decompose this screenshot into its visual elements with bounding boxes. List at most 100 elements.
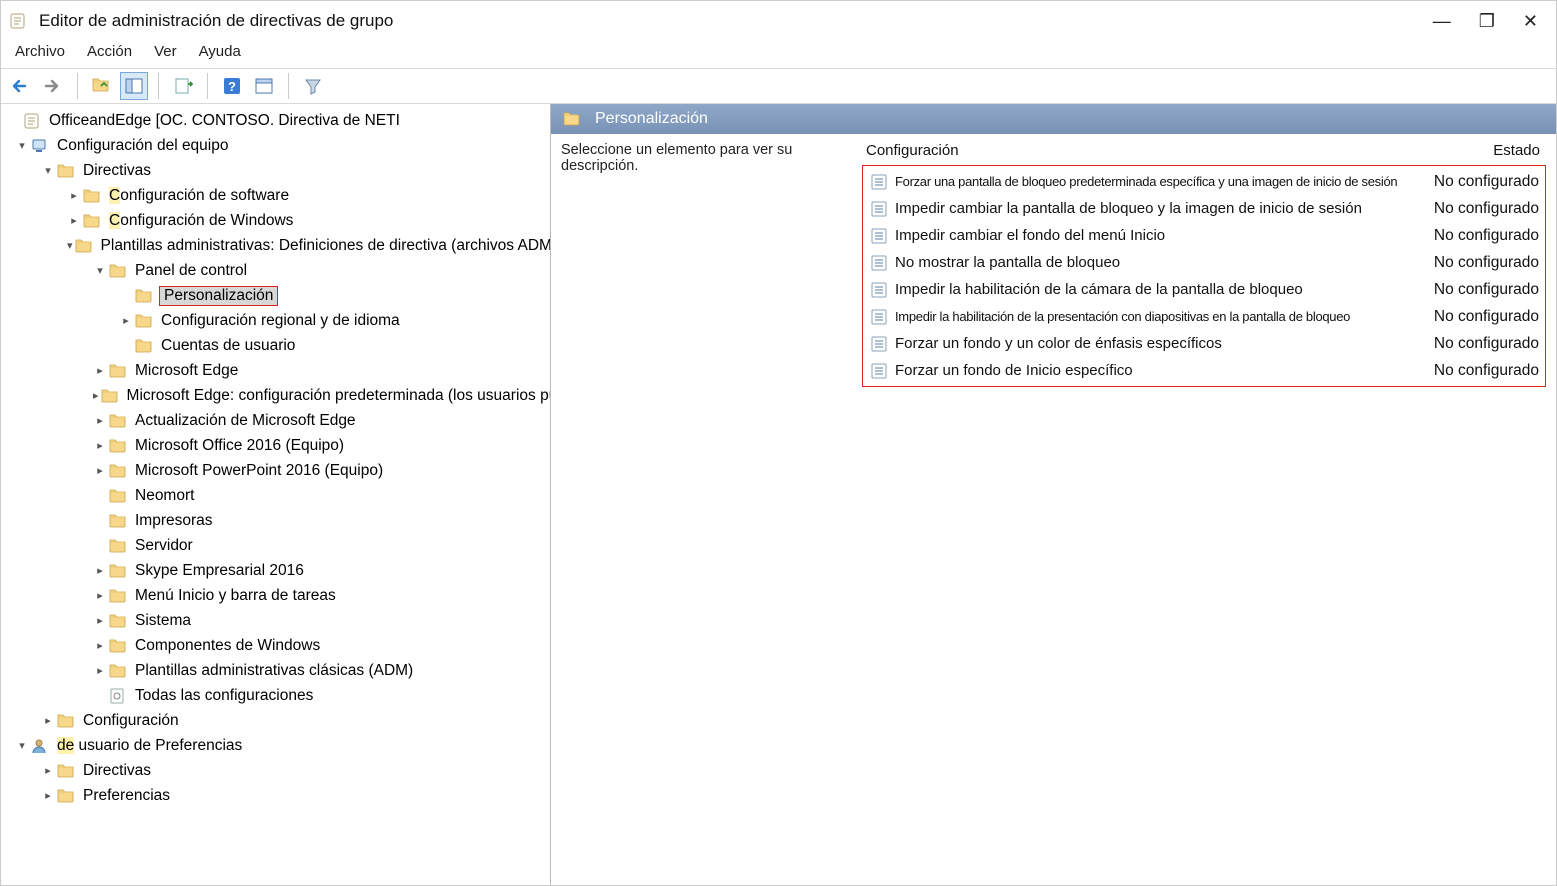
tree-ppt2016[interactable]: ▸ Microsoft PowerPoint 2016 (Equipo) bbox=[1, 458, 550, 483]
expand-icon[interactable]: ▸ bbox=[67, 214, 81, 227]
tree-pane[interactable]: OfficeandEdge [OC. CONTOSO. Directiva de… bbox=[1, 104, 551, 885]
minimize-button[interactable]: — bbox=[1433, 11, 1451, 32]
tree-user-accounts[interactable]: Cuentas de usuario bbox=[1, 333, 550, 358]
tree-root[interactable]: OfficeandEdge [OC. CONTOSO. Directiva de… bbox=[1, 108, 550, 133]
tree-user-prefs[interactable]: ▾ de usuario de Preferencias bbox=[1, 733, 550, 758]
menu-help[interactable]: Ayuda bbox=[199, 43, 241, 60]
folder-icon bbox=[109, 612, 127, 630]
tree-start-menu[interactable]: ▸ Menú Inicio y barra de tareas bbox=[1, 583, 550, 608]
tree-neomort[interactable]: Neomort bbox=[1, 483, 550, 508]
policy-sheet-icon bbox=[871, 309, 889, 325]
folder-icon bbox=[109, 362, 127, 380]
column-header-state[interactable]: Estado bbox=[1416, 142, 1546, 159]
tree-label: Plantillas administrativas clásicas (ADM… bbox=[133, 662, 415, 680]
folder-icon bbox=[135, 337, 153, 355]
expand-icon[interactable]: ▸ bbox=[93, 614, 107, 627]
collapse-icon[interactable]: ▾ bbox=[15, 739, 29, 752]
tree-edge[interactable]: ▸ Microsoft Edge bbox=[1, 358, 550, 383]
collapse-icon[interactable]: ▾ bbox=[67, 239, 73, 252]
filter-button[interactable] bbox=[299, 72, 327, 100]
setting-state: No configurado bbox=[1415, 362, 1545, 380]
toolbar: ? bbox=[1, 68, 1556, 104]
expand-icon[interactable]: ▸ bbox=[93, 564, 107, 577]
show-hide-tree-button[interactable] bbox=[120, 72, 148, 100]
export-list-button[interactable] bbox=[169, 72, 197, 100]
tree-all-settings[interactable]: Todas las configuraciones bbox=[1, 683, 550, 708]
user-icon bbox=[31, 737, 49, 755]
setting-row[interactable]: Impedir la habilitación de la presentaci… bbox=[863, 303, 1545, 330]
tree-edge-update[interactable]: ▸ Actualización de Microsoft Edge bbox=[1, 408, 550, 433]
tree-skype[interactable]: ▸ Skype Empresarial 2016 bbox=[1, 558, 550, 583]
tree-directivas-2[interactable]: ▸ Directivas bbox=[1, 758, 550, 783]
help-button[interactable]: ? bbox=[218, 72, 246, 100]
tree-win-components[interactable]: ▸ Componentes de Windows bbox=[1, 633, 550, 658]
expand-icon[interactable]: ▸ bbox=[93, 414, 107, 427]
tree-conf-windows[interactable]: ▸ Configuración de Windows bbox=[1, 208, 550, 233]
menu-action[interactable]: Acción bbox=[87, 43, 132, 60]
tree-configuracion[interactable]: ▸ Configuración bbox=[1, 708, 550, 733]
toolbar-separator bbox=[288, 73, 289, 99]
expand-icon[interactable]: ▸ bbox=[41, 789, 55, 802]
expand-icon[interactable]: ▸ bbox=[93, 389, 99, 402]
back-button[interactable] bbox=[7, 72, 35, 100]
tree-classic-adm[interactable]: ▸ Plantillas administrativas clásicas (A… bbox=[1, 658, 550, 683]
expand-icon[interactable]: ▸ bbox=[93, 589, 107, 602]
tree-edge-default[interactable]: ▸ Microsoft Edge: configuración predeter… bbox=[1, 383, 550, 408]
expand-icon[interactable]: ▸ bbox=[93, 664, 107, 677]
setting-row[interactable]: Impedir cambiar la pantalla de bloqueo y… bbox=[863, 195, 1545, 222]
folder-icon bbox=[109, 562, 127, 580]
expand-icon[interactable]: ▸ bbox=[67, 189, 81, 202]
expand-icon[interactable]: ▸ bbox=[93, 639, 107, 652]
tree-label: Menú Inicio y barra de tareas bbox=[133, 587, 338, 605]
tree-office2016[interactable]: ▸ Microsoft Office 2016 (Equipo) bbox=[1, 433, 550, 458]
collapse-icon[interactable]: ▾ bbox=[41, 164, 55, 177]
collapse-icon[interactable]: ▾ bbox=[93, 264, 107, 277]
tree-printers[interactable]: Impresoras bbox=[1, 508, 550, 533]
menu-file[interactable]: Archivo bbox=[15, 43, 65, 60]
tree-control-panel[interactable]: ▾ Panel de control bbox=[1, 258, 550, 283]
tree-label: Skype Empresarial 2016 bbox=[133, 562, 306, 580]
tree-admin-templates[interactable]: ▾ Plantillas administrativas: Definicion… bbox=[1, 233, 550, 258]
properties-button[interactable] bbox=[250, 72, 278, 100]
tree-preferencias[interactable]: ▸ Preferencias bbox=[1, 783, 550, 808]
setting-name: Impedir la habilitación de la cámara de … bbox=[895, 281, 1415, 298]
folder-icon bbox=[109, 412, 127, 430]
setting-row[interactable]: Forzar un fondo y un color de énfasis es… bbox=[863, 330, 1545, 357]
expand-icon[interactable]: ▸ bbox=[93, 464, 107, 477]
menu-view[interactable]: Ver bbox=[154, 43, 177, 60]
setting-row[interactable]: Impedir la habilitación de la cámara de … bbox=[863, 276, 1545, 303]
close-button[interactable]: ✕ bbox=[1523, 11, 1538, 32]
tree-label: Actualización de Microsoft Edge bbox=[133, 412, 358, 430]
expand-icon[interactable]: ▸ bbox=[41, 764, 55, 777]
tree-computer-config[interactable]: ▾ Configuración del equipo bbox=[1, 133, 550, 158]
column-header-config[interactable]: Configuración bbox=[866, 142, 1416, 159]
tree-regional-lang[interactable]: ▸ Configuración regional y de idioma bbox=[1, 308, 550, 333]
tree-system[interactable]: ▸ Sistema bbox=[1, 608, 550, 633]
tree-label: Servidor bbox=[133, 537, 195, 555]
setting-row[interactable]: Forzar una pantalla de bloqueo predeterm… bbox=[863, 168, 1545, 195]
tree-label: OfficeandEdge [OC. CONTOSO. Directiva de… bbox=[47, 112, 402, 130]
tree-personalizacion[interactable]: Personalización bbox=[1, 283, 550, 308]
tree-server[interactable]: Servidor bbox=[1, 533, 550, 558]
expand-icon[interactable]: ▸ bbox=[119, 314, 133, 327]
tree-conf-software[interactable]: ▸ Configuración de software bbox=[1, 183, 550, 208]
tree-label: Componentes de Windows bbox=[133, 637, 322, 655]
setting-row[interactable]: No mostrar la pantalla de bloqueo No con… bbox=[863, 249, 1545, 276]
tree-label: Todas las configuraciones bbox=[133, 687, 315, 705]
setting-row[interactable]: Forzar un fondo de Inicio específico No … bbox=[863, 357, 1545, 384]
maximize-button[interactable]: ❐ bbox=[1479, 11, 1495, 32]
folder-icon bbox=[109, 262, 127, 280]
collapse-icon[interactable]: ▾ bbox=[15, 139, 29, 152]
expand-icon[interactable]: ▸ bbox=[93, 364, 107, 377]
setting-state: No configurado bbox=[1415, 308, 1545, 326]
tree-label: Microsoft Edge bbox=[133, 362, 240, 380]
tree-directivas[interactable]: ▾ Directivas bbox=[1, 158, 550, 183]
detail-title: Personalización bbox=[595, 110, 708, 128]
expand-icon[interactable]: ▸ bbox=[93, 439, 107, 452]
expand-icon[interactable]: ▸ bbox=[41, 714, 55, 727]
forward-button[interactable] bbox=[39, 72, 67, 100]
setting-name: Impedir cambiar el fondo del menú Inicio bbox=[895, 227, 1415, 244]
setting-row[interactable]: Impedir cambiar el fondo del menú Inicio… bbox=[863, 222, 1545, 249]
detail-pane: Personalización Seleccione un elemento p… bbox=[551, 104, 1556, 885]
up-one-level-button[interactable] bbox=[88, 72, 116, 100]
